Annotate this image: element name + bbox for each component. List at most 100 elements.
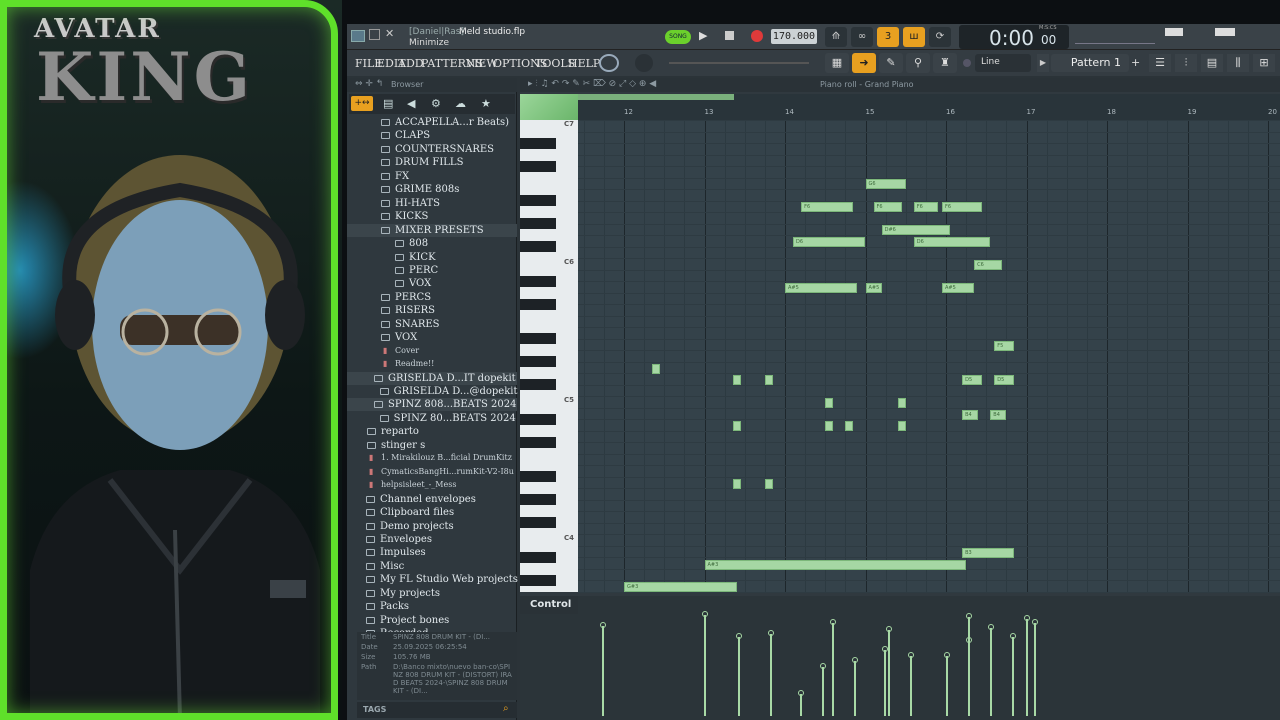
velocity-handle[interactable]	[1024, 615, 1030, 622]
velocity-handle[interactable]	[944, 651, 950, 658]
playlist-icon[interactable]: ☰	[1149, 54, 1171, 72]
browser-item[interactable]: Channel envelopes	[347, 493, 517, 506]
mixer-icon[interactable]: ⫼	[1227, 54, 1249, 72]
velocity-bar[interactable]	[704, 614, 706, 716]
browser-item[interactable]: ▮ Cover	[347, 345, 517, 358]
browser-item[interactable]: reparto	[347, 425, 517, 438]
midi-note[interactable]: B3	[962, 548, 1015, 558]
browser-item[interactable]: Impulses	[347, 546, 517, 559]
browser-all-icon[interactable]: +↔	[351, 96, 373, 111]
midi-note[interactable]: A#3	[704, 560, 967, 570]
menu-add[interactable]: ADD	[398, 57, 424, 70]
velocity-handle[interactable]	[820, 662, 826, 669]
black-key[interactable]	[520, 551, 556, 563]
midi-note[interactable]	[652, 364, 661, 374]
midi-note[interactable]: F6	[801, 202, 854, 212]
velocity-handle[interactable]	[736, 632, 742, 639]
midi-note[interactable]: C6	[974, 260, 1003, 270]
piano-keyboard[interactable]: C7 C6 C5 C4	[520, 120, 578, 592]
midi-note[interactable]	[897, 421, 906, 431]
browser-item[interactable]: Demo projects	[347, 520, 517, 533]
velocity-bar[interactable]	[1034, 622, 1036, 716]
velocity-bar[interactable]	[884, 650, 886, 716]
browser-item[interactable]: ACCAPELLA...r Beats)	[347, 116, 517, 129]
browser-item[interactable]: MIXER PRESETS	[347, 223, 517, 237]
midi-note[interactable]	[845, 421, 854, 431]
stop-button[interactable]	[725, 31, 734, 40]
browser-item[interactable]: CLAPS	[347, 129, 517, 142]
velocity-handle[interactable]	[768, 629, 774, 636]
black-key[interactable]	[520, 137, 556, 149]
velocity-handle[interactable]	[1010, 632, 1016, 639]
midi-note[interactable]	[732, 421, 741, 431]
snap-select[interactable]: Line	[975, 54, 1031, 72]
browser-plugin-icon[interactable]: ⚙	[431, 97, 441, 110]
browser-nav-icon[interactable]: ⇔ ✛ ↰	[355, 79, 383, 89]
position-slider[interactable]	[669, 62, 809, 64]
browser-item[interactable]: ▮ Readme!!	[347, 358, 517, 371]
song-toggle[interactable]: SONG	[665, 30, 691, 44]
window-icon[interactable]	[351, 30, 365, 42]
browser-item[interactable]: COUNTERSNARES	[347, 143, 517, 156]
browser-item[interactable]: GRISELDA D...@dopekit	[347, 385, 518, 398]
tool-corner[interactable]	[520, 94, 578, 120]
midi-note[interactable]	[825, 421, 834, 431]
browser-item[interactable]: KICK	[347, 251, 517, 264]
black-key[interactable]	[520, 356, 556, 367]
browser-item[interactable]: 808	[347, 237, 517, 250]
black-key[interactable]	[520, 413, 556, 425]
midi-note[interactable]	[732, 479, 741, 489]
midi-note[interactable]: F5	[994, 341, 1015, 351]
black-key[interactable]	[520, 275, 556, 287]
black-key[interactable]	[520, 195, 556, 206]
wait-icon[interactable]: ∞	[851, 27, 873, 47]
pattern-add-icon[interactable]: +	[1131, 54, 1143, 72]
step-edit-icon[interactable]: ш	[903, 27, 925, 47]
browser-item[interactable]: Misc	[347, 560, 517, 573]
browser-item[interactable]: GRISELDA D...IT dopekit	[347, 371, 517, 385]
velocity-bar[interactable]	[910, 655, 912, 716]
browser-item[interactable]: FX	[347, 170, 517, 183]
midi-note[interactable]: G6	[865, 179, 906, 189]
browser-item[interactable]: SPINZ 808...BEATS 2024	[347, 398, 517, 412]
velocity-bar[interactable]	[854, 661, 856, 716]
loop-region[interactable]	[578, 94, 734, 100]
velocity-lane[interactable]	[578, 602, 1280, 720]
velocity-handle[interactable]	[1032, 618, 1038, 625]
pattern-select[interactable]: Pattern 1	[1051, 54, 1129, 72]
minimize-icon[interactable]	[369, 29, 380, 40]
close-icon[interactable]: ✕	[385, 27, 394, 40]
browser-item[interactable]: SPINZ 80...BEATS 2024	[347, 412, 517, 425]
browser-star-icon[interactable]: ★	[481, 97, 491, 110]
midi-note[interactable]	[732, 375, 741, 385]
midi-note[interactable]: F6	[941, 202, 983, 212]
channel-rack-icon[interactable]: ▤	[1201, 54, 1223, 72]
velocity-handle[interactable]	[988, 624, 994, 630]
velocity-bar[interactable]	[1026, 619, 1028, 716]
search-icon[interactable]: ⌕	[503, 703, 509, 714]
black-key[interactable]	[520, 471, 556, 482]
link-icon[interactable]: ⚲	[906, 53, 930, 73]
midi-note[interactable]: D5	[994, 375, 1015, 385]
loop-record-icon[interactable]: ⟳	[929, 27, 951, 47]
browser-item[interactable]: VOX	[347, 277, 517, 290]
midi-note[interactable]: B4	[990, 410, 1007, 420]
browser-item[interactable]: Envelopes	[347, 533, 517, 546]
browser-item[interactable]: Project bones	[347, 614, 517, 627]
velocity-bar[interactable]	[990, 628, 992, 716]
master-pitch-knob[interactable]	[599, 54, 619, 72]
velocity-bar[interactable]	[1012, 636, 1014, 716]
black-key[interactable]	[520, 241, 556, 252]
piano-keys-icon[interactable]: ▦	[825, 53, 849, 73]
velocity-handle[interactable]	[830, 618, 836, 625]
velocity-handle[interactable]	[852, 657, 858, 663]
tempo-display[interactable]: 170.000	[771, 29, 817, 44]
midi-note[interactable]: D#6	[881, 225, 951, 235]
time-display[interactable]: 0:00 00 M:S:CS	[959, 25, 1069, 50]
midi-note[interactable]	[764, 375, 773, 385]
velocity-bar[interactable]	[888, 630, 890, 716]
velocity-handle[interactable]	[798, 690, 804, 696]
record-button[interactable]	[751, 30, 763, 42]
browser-project-icon[interactable]: ▤	[383, 97, 393, 110]
pattern-prev-icon[interactable]: ▶	[1037, 54, 1049, 72]
